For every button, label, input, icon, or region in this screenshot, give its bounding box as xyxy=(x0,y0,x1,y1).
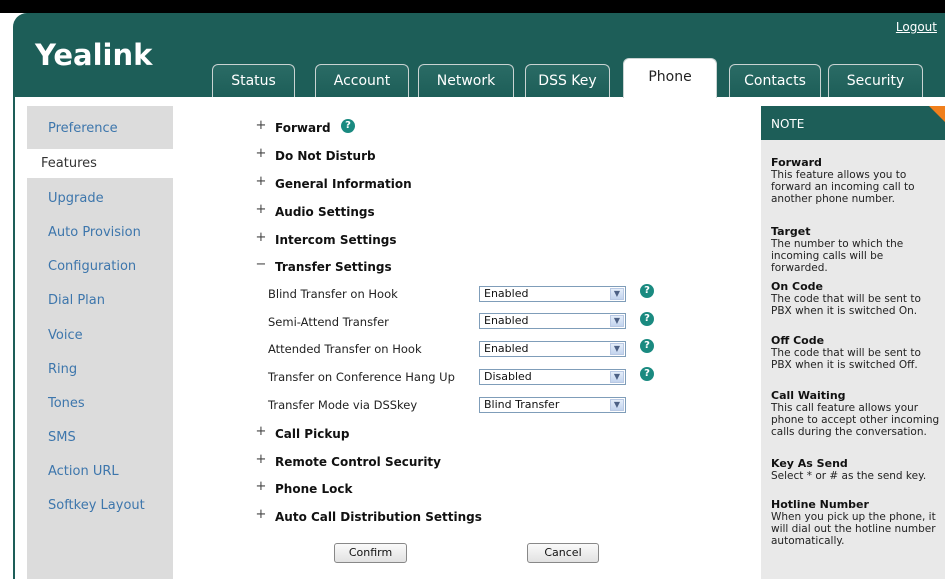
note-entry-title: Forward xyxy=(771,156,822,169)
note-entry-text: This call feature allows your phone to a… xyxy=(771,402,940,438)
select-value: Enabled xyxy=(484,342,529,355)
tab-status[interactable]: Status xyxy=(212,64,295,97)
row-label-blind-transfer: Blind Transfer on Hook xyxy=(268,287,398,301)
confirm-button[interactable]: Confirm xyxy=(334,543,407,563)
logout-link[interactable]: Logout xyxy=(896,20,937,34)
help-icon[interactable]: ? xyxy=(640,312,654,326)
note-entry-title: Hotline Number xyxy=(771,498,869,511)
select-value: Blind Transfer xyxy=(484,398,560,411)
help-icon[interactable]: ? xyxy=(640,284,654,298)
section-phone-lock[interactable]: Phone Lock xyxy=(275,482,352,496)
header-bar: Yealink Logout Status Account Network DS… xyxy=(13,13,945,98)
select-value: Enabled xyxy=(484,287,529,300)
expand-icon[interactable]: + xyxy=(254,508,268,522)
sidebar-item-preference[interactable]: Preference xyxy=(48,121,118,136)
select-value: Disabled xyxy=(484,370,532,383)
note-entry-text: This feature allows you to forward an in… xyxy=(771,169,915,205)
help-icon[interactable]: ? xyxy=(640,367,654,381)
note-entry-title: Target xyxy=(771,225,811,238)
note-entry-text: Select * or # as the send key. xyxy=(771,470,927,482)
row-label-attended-transfer: Attended Transfer on Hook xyxy=(268,342,422,356)
note-entry-title: Key As Send xyxy=(771,457,848,470)
sidebar-item-sms[interactable]: SMS xyxy=(48,430,76,445)
brand-logo: Yealink xyxy=(35,38,153,72)
section-forward[interactable]: Forward xyxy=(275,121,331,135)
note-entry-title: Call Waiting xyxy=(771,389,846,402)
expand-icon[interactable]: + xyxy=(254,453,268,467)
tab-network[interactable]: Network xyxy=(418,64,514,97)
section-remote-control-security[interactable]: Remote Control Security xyxy=(275,455,441,469)
help-icon[interactable]: ? xyxy=(640,339,654,353)
expand-icon[interactable]: + xyxy=(254,175,268,189)
expand-icon[interactable]: + xyxy=(254,203,268,217)
section-transfer-settings[interactable]: Transfer Settings xyxy=(275,260,392,274)
sidebar-item-configuration[interactable]: Configuration xyxy=(48,259,136,274)
expand-icon[interactable]: + xyxy=(254,480,268,494)
section-intercom-settings[interactable]: Intercom Settings xyxy=(275,233,396,247)
sidebar-item-upgrade[interactable]: Upgrade xyxy=(48,191,104,206)
note-title: NOTE xyxy=(761,106,945,140)
tab-phone[interactable]: Phone xyxy=(623,58,717,98)
expand-icon[interactable]: + xyxy=(254,425,268,439)
cancel-button[interactable]: Cancel xyxy=(527,543,599,563)
sidebar-item-features[interactable]: Features xyxy=(27,149,173,178)
attended-transfer-select[interactable]: Enabled ▼ xyxy=(479,341,626,357)
tab-dss-key[interactable]: DSS Key xyxy=(525,64,610,97)
collapse-icon[interactable]: − xyxy=(254,258,268,272)
help-icon[interactable]: ? xyxy=(341,119,355,133)
left-frame-line xyxy=(13,97,15,579)
section-do-not-disturb[interactable]: Do Not Disturb xyxy=(275,149,376,163)
expand-icon[interactable]: + xyxy=(254,147,268,161)
chevron-down-icon: ▼ xyxy=(610,399,624,411)
sidebar-item-ring[interactable]: Ring xyxy=(48,362,77,377)
note-entry-text: The code that will be sent to PBX when i… xyxy=(771,347,921,371)
select-value: Enabled xyxy=(484,314,529,327)
note-corner-accent xyxy=(929,106,945,122)
sidebar-item-auto-provision[interactable]: Auto Provision xyxy=(48,225,141,240)
expand-icon[interactable]: + xyxy=(254,119,268,133)
top-border xyxy=(0,0,945,13)
note-entry-title: On Code xyxy=(771,280,823,293)
note-panel: NOTE Forward This feature allows you to … xyxy=(761,106,945,579)
note-entry-text: The code that will be sent to PBX when i… xyxy=(771,293,921,317)
blind-transfer-select[interactable]: Enabled ▼ xyxy=(479,286,626,302)
sidebar: Preference Features Upgrade Auto Provisi… xyxy=(27,106,173,579)
section-call-pickup[interactable]: Call Pickup xyxy=(275,427,349,441)
conference-hang-up-select[interactable]: Disabled ▼ xyxy=(479,369,626,385)
sidebar-item-softkey-layout[interactable]: Softkey Layout xyxy=(48,498,145,513)
sidebar-item-tones[interactable]: Tones xyxy=(48,396,85,411)
sidebar-item-action-url[interactable]: Action URL xyxy=(48,464,119,479)
chevron-down-icon: ▼ xyxy=(610,315,624,327)
row-label-conference-hang-up: Transfer on Conference Hang Up xyxy=(268,370,455,384)
tab-security[interactable]: Security xyxy=(828,64,923,97)
section-general-information[interactable]: General Information xyxy=(275,177,412,191)
section-audio-settings[interactable]: Audio Settings xyxy=(275,205,375,219)
note-entry-text: When you pick up the phone, it will dial… xyxy=(771,511,936,547)
tab-account[interactable]: Account xyxy=(315,64,409,97)
note-entry-text: The number to which the incoming calls w… xyxy=(771,238,904,274)
section-auto-call-distribution[interactable]: Auto Call Distribution Settings xyxy=(275,510,482,524)
sidebar-item-dial-plan[interactable]: Dial Plan xyxy=(48,293,105,308)
page: Yealink Logout Status Account Network DS… xyxy=(0,0,945,579)
transfer-mode-select[interactable]: Blind Transfer ▼ xyxy=(479,397,626,413)
sidebar-item-voice[interactable]: Voice xyxy=(48,328,83,343)
chevron-down-icon: ▼ xyxy=(610,343,624,355)
chevron-down-icon: ▼ xyxy=(610,288,624,300)
row-label-transfer-mode-dsskey: Transfer Mode via DSSkey xyxy=(268,398,418,412)
semi-attend-transfer-select[interactable]: Enabled ▼ xyxy=(479,313,626,329)
chevron-down-icon: ▼ xyxy=(610,371,624,383)
row-label-semi-attend-transfer: Semi-Attend Transfer xyxy=(268,315,389,329)
expand-icon[interactable]: + xyxy=(254,231,268,245)
note-entry-title: Off Code xyxy=(771,334,825,347)
tab-contacts[interactable]: Contacts xyxy=(729,64,821,97)
